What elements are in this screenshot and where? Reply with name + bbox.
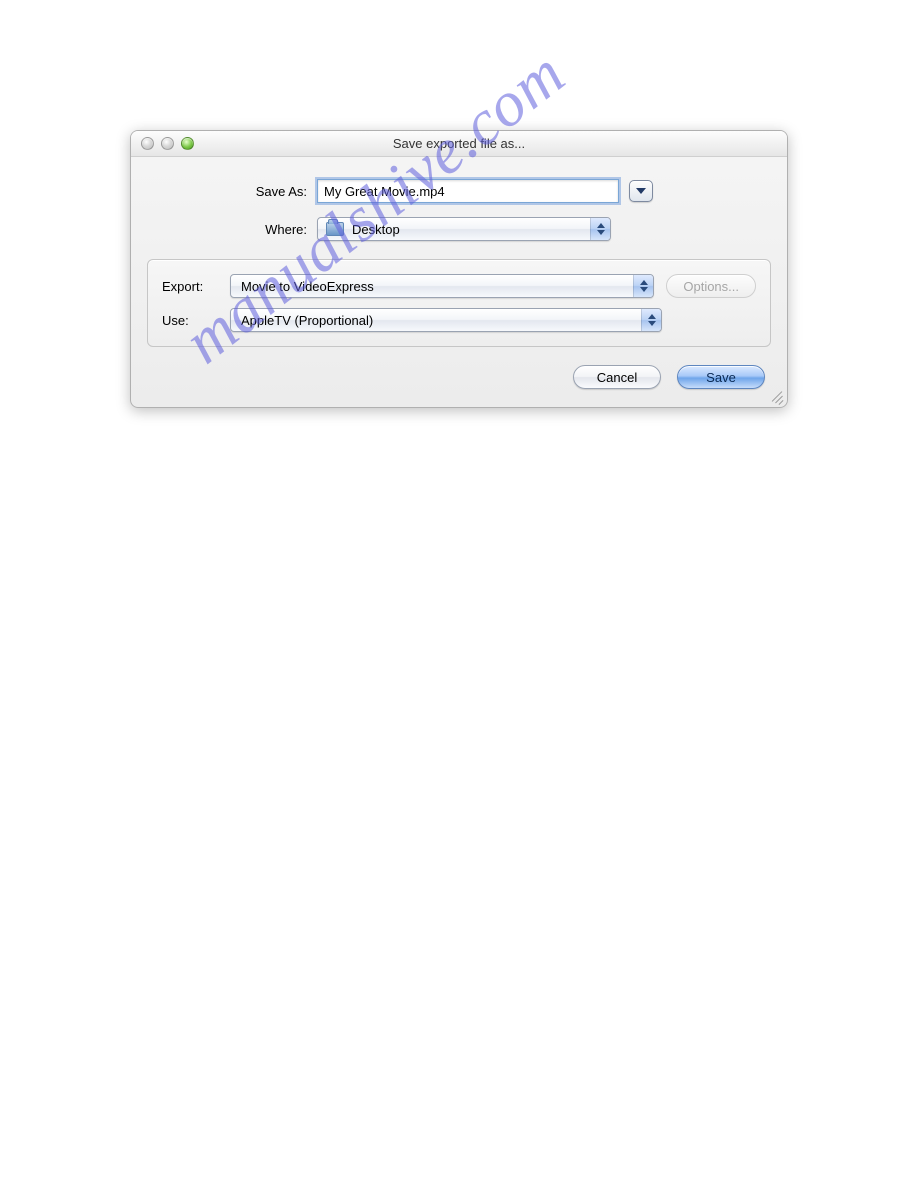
use-label: Use: bbox=[162, 313, 230, 328]
use-popup[interactable]: AppleTV (Proportional) bbox=[230, 308, 662, 332]
export-panel: Export: Movie to VideoExpress Options...… bbox=[147, 259, 771, 347]
where-value: Desktop bbox=[352, 222, 400, 237]
save-button[interactable]: Save bbox=[677, 365, 765, 389]
window-title: Save exported file as... bbox=[131, 131, 787, 156]
stepper-icon bbox=[641, 309, 661, 331]
where-label: Where: bbox=[159, 222, 317, 237]
export-value: Movie to VideoExpress bbox=[241, 279, 374, 294]
stepper-icon bbox=[590, 218, 610, 240]
filename-input[interactable] bbox=[317, 179, 619, 203]
save-as-label: Save As: bbox=[159, 184, 317, 199]
export-popup[interactable]: Movie to VideoExpress bbox=[230, 274, 654, 298]
resize-grip-icon[interactable] bbox=[769, 389, 783, 403]
titlebar: Save exported file as... bbox=[131, 131, 787, 157]
expand-button[interactable] bbox=[629, 180, 653, 202]
folder-icon bbox=[326, 222, 344, 236]
stepper-icon bbox=[633, 275, 653, 297]
options-button: Options... bbox=[666, 274, 756, 298]
save-export-dialog: Save exported file as... Save As: Where:… bbox=[130, 130, 788, 408]
export-label: Export: bbox=[162, 279, 230, 294]
dialog-footer: Cancel Save bbox=[131, 347, 787, 407]
chevron-down-icon bbox=[636, 187, 646, 195]
save-as-section: Save As: Where: Desktop bbox=[131, 157, 787, 259]
use-value: AppleTV (Proportional) bbox=[241, 313, 373, 328]
cancel-button[interactable]: Cancel bbox=[573, 365, 661, 389]
where-popup[interactable]: Desktop bbox=[317, 217, 611, 241]
